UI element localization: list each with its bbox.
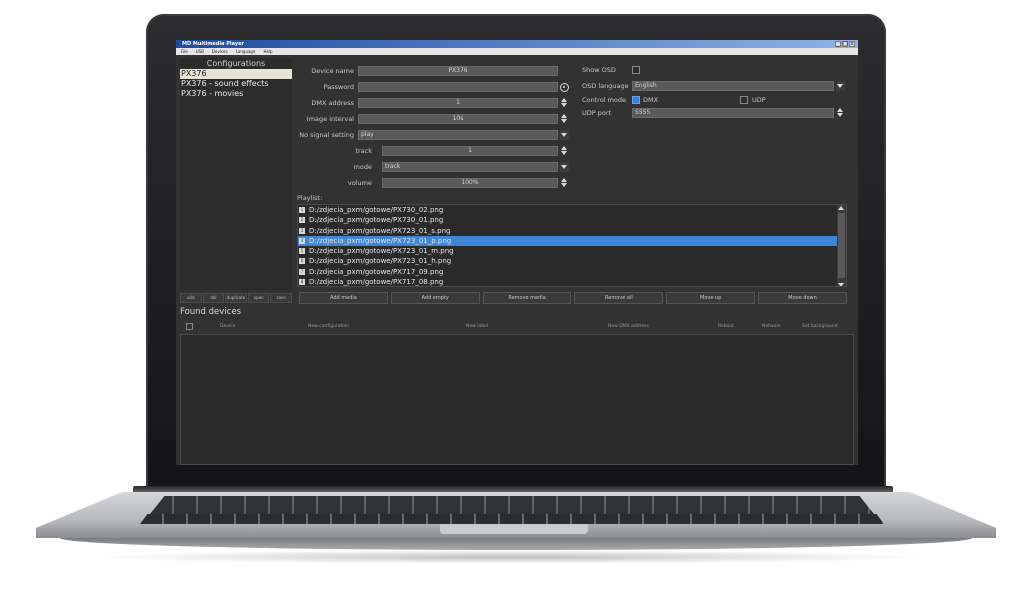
mode-select[interactable]: track <box>382 162 558 172</box>
minimize-button[interactable]: _ <box>835 41 841 47</box>
playlist-item[interactable]: 6 D:/zdjecia_pxm/gotowe/PX723_01_h.png <box>298 256 846 266</box>
playlist-item[interactable]: 5 D:/zdjecia_pxm/gotowe/PX723_01_m.png <box>298 246 846 256</box>
devices-table-header: Device New configuration New label New D… <box>180 321 854 332</box>
maximize-button[interactable]: □ <box>842 41 848 47</box>
control-mode-label: Control mode <box>582 96 626 104</box>
remove-media-button[interactable]: Remove media <box>482 292 572 304</box>
playlist: 1 D:/zdjecia_pxm/gotowe/PX730_02.png 2 D:/… <box>297 204 847 287</box>
menu-language[interactable]: Language <box>236 48 256 55</box>
column-reboot[interactable]: Reboot <box>718 321 734 332</box>
playlist-item[interactable]: 2 D:/zdjecia_pxm/gotowe/PX730_01.png <box>298 215 846 225</box>
select-all-checkbox[interactable] <box>186 323 193 330</box>
laptop-scene: MD Multimedia Player _ □ x File USB Devi… <box>0 0 1024 590</box>
udp-port-stepper[interactable]: 5555 <box>632 108 834 118</box>
configuration-buttons: add del duplicate open save <box>180 293 292 303</box>
configurations-panel: Configurations PX376 PX376 - sound effec… <box>180 58 292 290</box>
no-signal-select[interactable]: play <box>358 130 558 140</box>
keyboard-row <box>150 496 874 514</box>
udp-checkbox-label: UDP <box>752 96 766 104</box>
menu-bar: File USB Devices Language Help <box>176 48 858 55</box>
trackpad <box>440 524 588 534</box>
playlist-item[interactable]: 3 D:/zdjecia_pxm/gotowe/PX723_01_s.png <box>298 226 846 236</box>
track-stepper[interactable]: 1 <box>382 146 558 156</box>
playlist-item[interactable]: 1 D:/zdjecia_pxm/gotowe/PX730_02.png <box>298 205 846 215</box>
eye-icon[interactable] <box>560 83 569 92</box>
window-controls: _ □ x <box>835 41 855 47</box>
open-config-button[interactable]: open <box>247 293 270 303</box>
volume-stepper[interactable]: 100% <box>382 178 558 188</box>
mode-label: mode <box>353 163 372 171</box>
device-name-input[interactable]: PX376 <box>358 66 558 76</box>
osd-language-select[interactable]: English <box>632 81 834 91</box>
spin-arrows-icon[interactable] <box>560 146 568 156</box>
osd-language-label: OSD language <box>582 82 629 90</box>
scroll-up-icon[interactable] <box>838 206 844 210</box>
add-empty-button[interactable]: Add empty <box>390 292 480 304</box>
playlist-item[interactable]: 8 D:/zdjecia_pxm/gotowe/PX717_08.png <box>298 277 846 286</box>
laptop-shadow <box>90 550 930 564</box>
configuration-item[interactable]: PX376 - movies <box>180 89 292 99</box>
add-media-button[interactable]: Add media <box>299 292 388 304</box>
close-button[interactable]: x <box>849 41 855 47</box>
image-interval-stepper[interactable]: 10s <box>358 114 558 124</box>
menu-help[interactable]: Help <box>263 48 272 55</box>
chevron-down-icon[interactable] <box>836 81 845 91</box>
menu-usb[interactable]: USB <box>196 48 204 55</box>
menu-devices[interactable]: Devices <box>212 48 228 55</box>
udp-port-label: UDP port <box>582 109 612 117</box>
dmx-address-stepper[interactable]: 1 <box>358 98 558 108</box>
keyboard-row <box>140 514 884 524</box>
spin-arrows-icon[interactable] <box>560 178 568 188</box>
window-title: MD Multimedia Player <box>182 41 244 47</box>
password-label: Password <box>323 83 354 91</box>
column-device[interactable]: Device <box>220 321 235 332</box>
playlist-scrollbar[interactable] <box>837 205 846 286</box>
playlist-buttons: Add media Add empty Remove media Remove … <box>299 292 847 304</box>
image-interval-label: Image interval <box>306 115 354 123</box>
column-new-label[interactable]: New label <box>466 321 488 332</box>
move-up-button[interactable]: Move up <box>666 292 756 304</box>
column-new-dmx-address[interactable]: New DMX address <box>608 321 649 332</box>
column-network[interactable]: Network <box>762 321 781 332</box>
show-osd-label: Show OSD <box>582 66 616 74</box>
playlist-item[interactable]: 7 D:/zdjecia_pxm/gotowe/PX717_09.png <box>298 267 846 277</box>
app-window: MD Multimedia Player _ □ x File USB Devi… <box>176 40 858 465</box>
configurations-header: Configurations <box>206 59 266 68</box>
duplicate-config-button[interactable]: duplicate <box>225 293 247 303</box>
devices-table-body <box>180 334 854 465</box>
chevron-down-icon[interactable] <box>560 162 569 172</box>
scroll-thumb[interactable] <box>838 213 845 278</box>
spin-arrows-icon[interactable] <box>560 114 568 124</box>
spin-arrows-icon[interactable] <box>836 108 844 118</box>
laptop-front-edge <box>60 538 972 550</box>
playlist-label: Playlist: <box>297 194 323 202</box>
no-signal-label: No signal setting <box>299 131 354 139</box>
show-osd-checkbox[interactable] <box>632 66 640 74</box>
scroll-down-icon[interactable] <box>838 283 844 286</box>
password-input[interactable] <box>358 82 558 92</box>
menu-file[interactable]: File <box>181 48 188 55</box>
playlist-item-selected[interactable]: 4 D:/zdjecia_pxm/gotowe/PX723_01_p.png <box>298 235 846 247</box>
found-devices-title: Found devices <box>180 307 242 317</box>
dmx-address-label: DMX address <box>311 99 354 107</box>
spin-arrows-icon[interactable] <box>560 98 568 108</box>
device-name-label: Device name <box>311 67 354 75</box>
delete-config-button[interactable]: del <box>202 293 225 303</box>
column-new-configuration[interactable]: New configuration <box>308 321 349 332</box>
configuration-item[interactable]: PX376 - sound effects <box>180 79 292 89</box>
configuration-item[interactable]: PX376 <box>180 69 292 79</box>
move-down-button[interactable]: Move down <box>758 292 847 304</box>
dmx-checkbox-label: DMX <box>643 96 659 104</box>
column-set-background[interactable]: Set background <box>802 321 837 332</box>
volume-label: volume <box>347 179 372 187</box>
track-label: track <box>355 147 372 155</box>
add-config-button[interactable]: add <box>180 293 202 303</box>
save-config-button[interactable]: save <box>270 293 292 303</box>
udp-checkbox[interactable] <box>740 96 748 104</box>
chevron-down-icon[interactable] <box>560 130 569 140</box>
dmx-checkbox[interactable] <box>632 96 640 104</box>
window-titlebar[interactable]: MD Multimedia Player _ □ x <box>176 40 858 48</box>
remove-all-button[interactable]: Remove all <box>574 292 664 304</box>
